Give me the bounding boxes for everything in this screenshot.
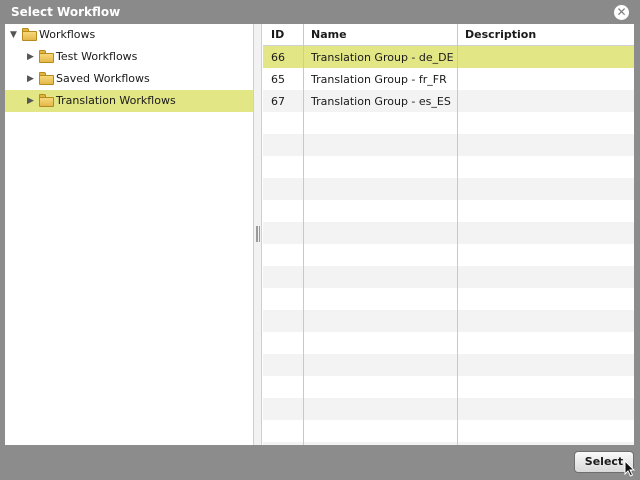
- empty-table-row: [263, 288, 634, 310]
- mouse-cursor-icon: [624, 460, 636, 477]
- close-icon[interactable]: ✕: [614, 5, 629, 20]
- table-row[interactable]: 65 Translation Group - fr_FR: [263, 68, 634, 90]
- table-row[interactable]: 67 Translation Group - es_ES: [263, 90, 634, 112]
- cell-id: 67: [271, 95, 285, 108]
- dialog-title: Select Workflow: [11, 5, 121, 19]
- tree-item-label: Translation Workflows: [56, 94, 176, 107]
- empty-table-row: [263, 420, 634, 442]
- splitter-grip-icon[interactable]: [256, 226, 260, 242]
- empty-table-row: [263, 134, 634, 156]
- dialog-titlebar[interactable]: Select Workflow ✕: [0, 0, 640, 24]
- folder-icon: [39, 50, 54, 63]
- tree-item-test-workflows[interactable]: ▶ Test Workflows: [5, 46, 253, 68]
- tree-item-workflows[interactable]: ▼ Workflows: [5, 24, 253, 46]
- table-row[interactable]: 66 Translation Group - de_DE: [263, 46, 634, 68]
- expand-arrow-icon[interactable]: ▼: [10, 30, 20, 40]
- empty-table-row: [263, 354, 634, 376]
- empty-table-row: [263, 178, 634, 200]
- folder-icon: [39, 94, 54, 107]
- cell-id: 66: [271, 51, 285, 64]
- tree-item-label: Test Workflows: [56, 50, 138, 63]
- grid-header: ID Name Description: [263, 24, 634, 46]
- cell-name: Translation Group - es_ES: [311, 95, 451, 108]
- column-divider: [303, 24, 304, 445]
- collapse-arrow-icon[interactable]: ▶: [27, 74, 37, 84]
- empty-table-row: [263, 398, 634, 420]
- cell-description: [457, 68, 465, 90]
- folder-open-icon: [22, 28, 37, 41]
- cell-name: Translation Group - de_DE: [311, 51, 454, 64]
- collapse-arrow-icon[interactable]: ▶: [27, 96, 37, 106]
- column-header-name[interactable]: Name: [303, 24, 347, 46]
- empty-table-row: [263, 222, 634, 244]
- collapse-arrow-icon[interactable]: ▶: [27, 52, 37, 62]
- empty-table-row: [263, 266, 634, 288]
- column-header-id[interactable]: ID: [263, 24, 284, 46]
- column-divider: [457, 24, 458, 445]
- panel-splitter[interactable]: [253, 24, 262, 445]
- tree-item-saved-workflows[interactable]: ▶ Saved Workflows: [5, 68, 253, 90]
- tree-item-translation-workflows[interactable]: ▶ Translation Workflows: [5, 90, 253, 112]
- empty-table-row: [263, 112, 634, 134]
- empty-table-row: [263, 442, 634, 445]
- tree-item-label: Saved Workflows: [56, 72, 150, 85]
- cell-id: 65: [271, 73, 285, 86]
- folder-icon: [39, 72, 54, 85]
- empty-table-row: [263, 200, 634, 222]
- empty-table-row: [263, 156, 634, 178]
- cell-name: Translation Group - fr_FR: [311, 73, 447, 86]
- column-header-description[interactable]: Description: [457, 24, 536, 46]
- tree-item-label: Workflows: [39, 28, 96, 41]
- empty-table-row: [263, 332, 634, 354]
- empty-table-row: [263, 310, 634, 332]
- select-workflow-dialog: Select Workflow ✕ ▼ Workflows ▶ Test Wor…: [0, 0, 640, 480]
- dialog-content: ▼ Workflows ▶ Test Workflows ▶ Saved Wor…: [5, 24, 634, 445]
- workflow-tree: ▼ Workflows ▶ Test Workflows ▶ Saved Wor…: [5, 24, 253, 445]
- empty-table-row: [263, 376, 634, 398]
- cell-description: [457, 90, 465, 112]
- workflow-grid: 66 Translation Group - de_DE 65 Translat…: [263, 24, 634, 445]
- empty-table-row: [263, 244, 634, 266]
- cell-description: [457, 46, 465, 68]
